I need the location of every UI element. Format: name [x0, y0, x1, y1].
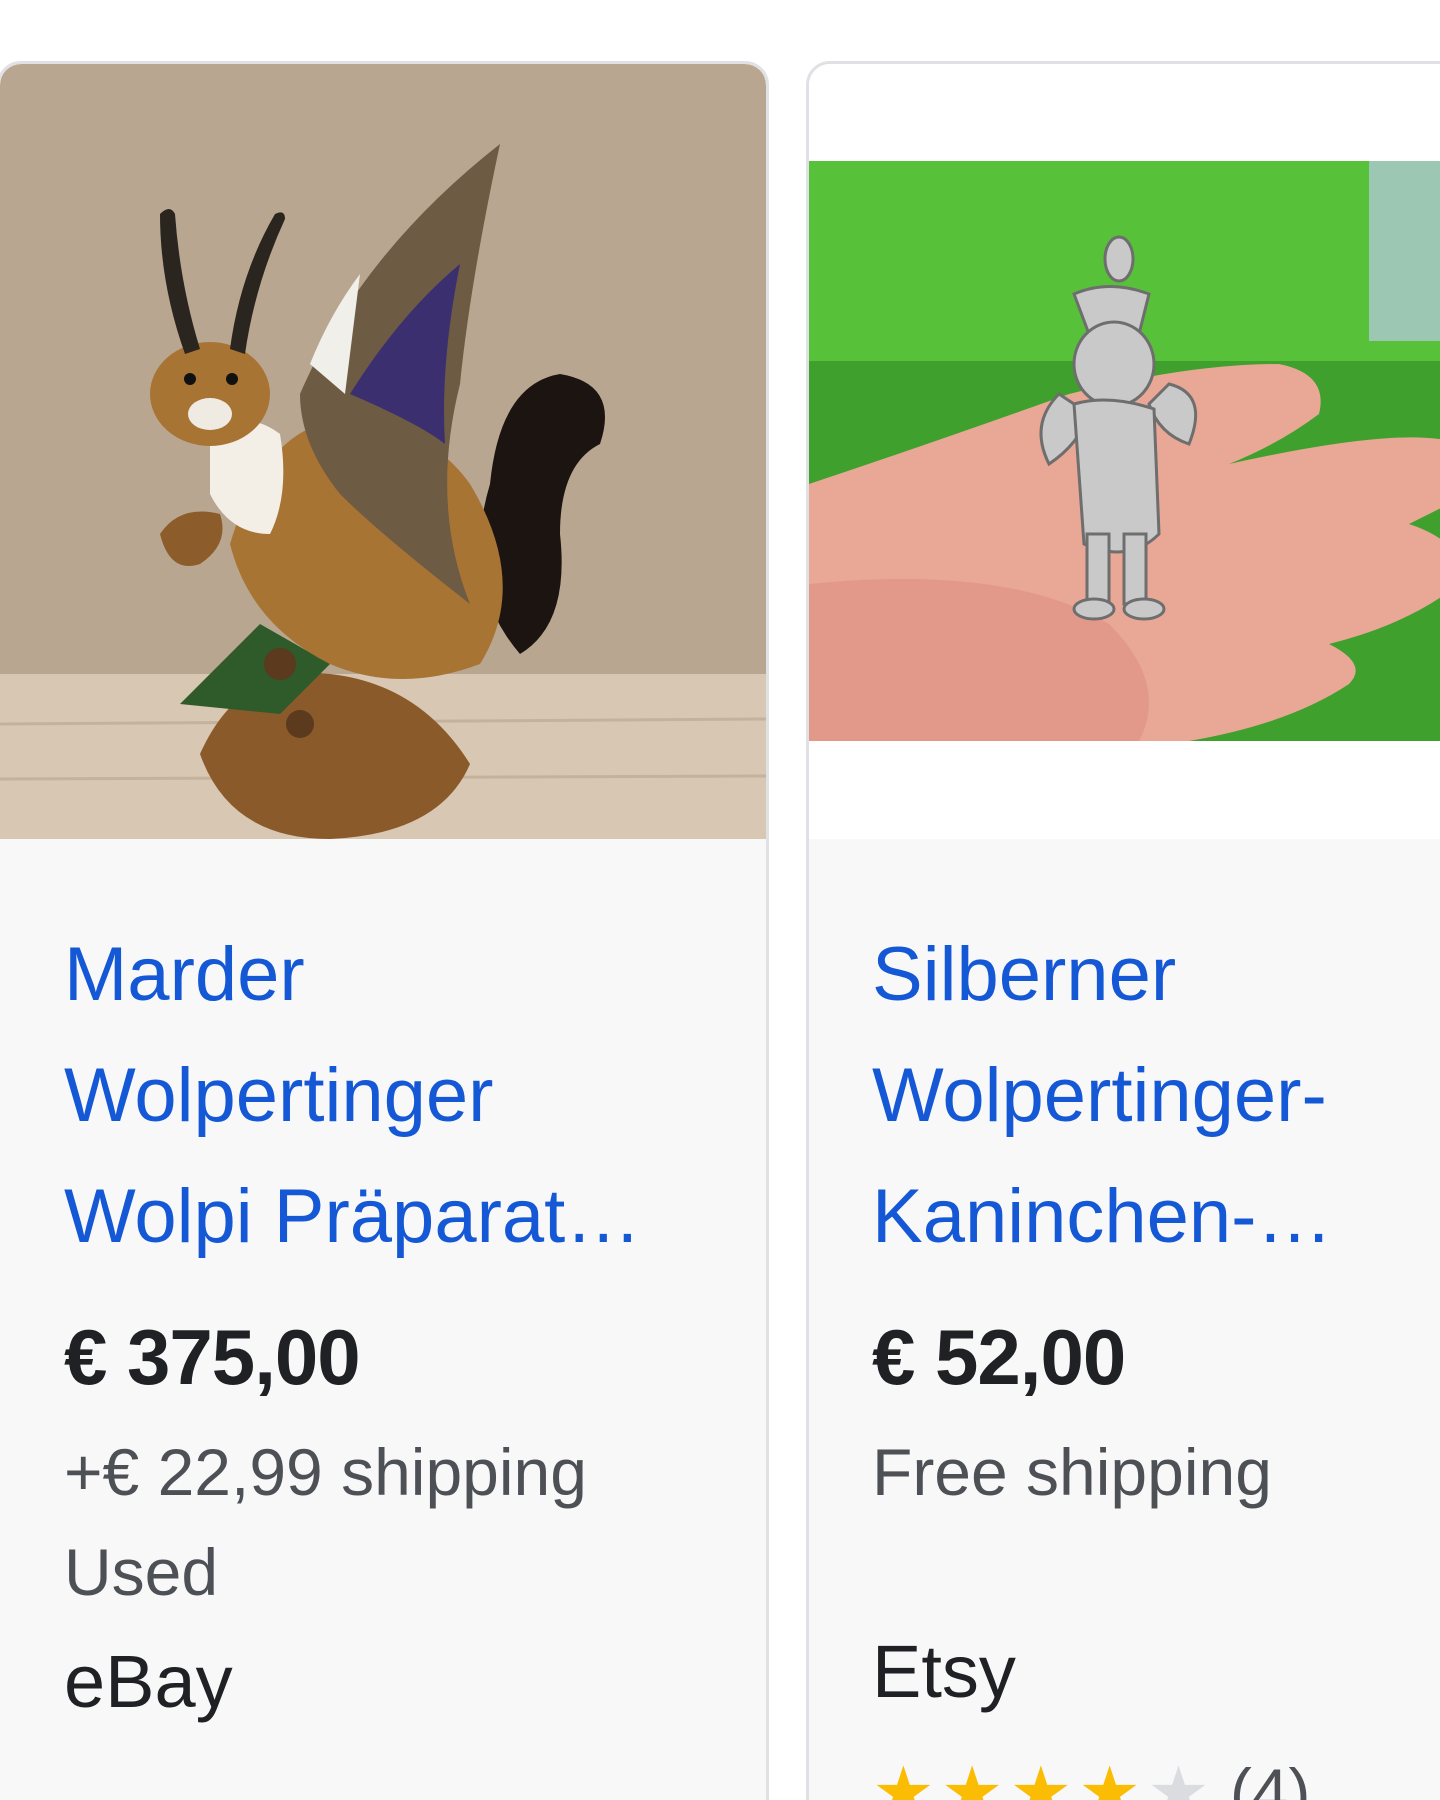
seller-name: eBay — [64, 1640, 233, 1723]
product-image[interactable] — [809, 64, 1440, 839]
title-line[interactable]: Kaninchen-… — [872, 1156, 1440, 1277]
title-line[interactable]: Silberner — [872, 914, 1440, 1035]
title-line[interactable]: Wolpertinger- — [872, 1035, 1440, 1156]
shopping-carousel: Marder Wolpertinger Wolpi Präparat… € 37… — [0, 0, 1440, 1800]
product-card-silberner[interactable]: Silberner Wolpertinger- Kaninchen-… € 52… — [806, 61, 1440, 1800]
title-line[interactable]: Wolpertinger — [64, 1035, 704, 1156]
star-icon: ★ — [872, 1753, 935, 1800]
rating: ★ ★ ★ ★ ★ (4) — [872, 1747, 1440, 1800]
product-price: € 375,00 — [64, 1313, 361, 1401]
product-title[interactable]: Silberner Wolpertinger- Kaninchen-… — [872, 914, 1440, 1277]
product-image-taxidermy — [0, 64, 766, 839]
product-card-marder[interactable]: Marder Wolpertinger Wolpi Präparat… € 37… — [0, 61, 769, 1800]
card-body: Marder Wolpertinger Wolpi Präparat… € 37… — [0, 914, 766, 1737]
product-title[interactable]: Marder Wolpertinger Wolpi Präparat… — [64, 914, 704, 1277]
title-line[interactable]: Wolpi Präparat… — [64, 1156, 704, 1277]
star-icon: ★ — [1078, 1753, 1142, 1800]
item-condition: Used — [64, 1535, 219, 1609]
product-price: € 52,00 — [872, 1313, 1126, 1401]
card-body: Silberner Wolpertinger- Kaninchen-… € 52… — [809, 914, 1440, 1800]
rating-count: (4) — [1229, 1755, 1311, 1800]
star-empty-icon: ★ — [1147, 1753, 1210, 1800]
product-image-pendant — [809, 64, 1440, 839]
title-line[interactable]: Marder — [64, 914, 704, 1035]
seller-name: Etsy — [872, 1630, 1016, 1713]
star-icon: ★ — [1009, 1753, 1073, 1800]
product-image[interactable] — [0, 64, 766, 839]
shipping-info: Free shipping — [872, 1435, 1272, 1509]
star-icon: ★ — [940, 1753, 1004, 1800]
shipping-info: +€ 22,99 shipping — [64, 1435, 587, 1509]
